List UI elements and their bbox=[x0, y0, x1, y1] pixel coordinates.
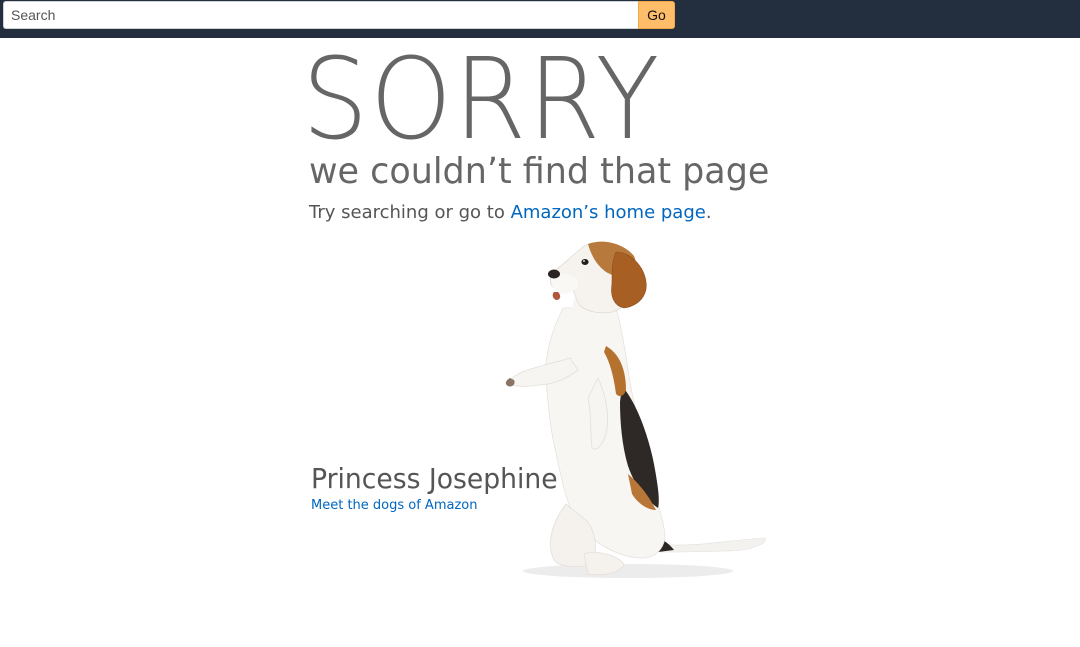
top-navigation-bar: Go bbox=[0, 0, 1080, 38]
try-searching-label: Try searching or go to bbox=[309, 202, 511, 223]
dog-eye bbox=[581, 259, 589, 265]
search-input[interactable] bbox=[3, 1, 639, 29]
search-form: Go bbox=[3, 1, 675, 29]
go-button[interactable]: Go bbox=[638, 1, 675, 29]
dog-nose bbox=[548, 269, 560, 279]
dog-eye-highlight bbox=[583, 260, 585, 262]
dog-tail bbox=[659, 537, 766, 553]
sorry-title: SORRY bbox=[302, 35, 662, 165]
dog-caption: Princess Josephine Meet the dogs of Amaz… bbox=[311, 462, 571, 515]
error-content: SORRY we couldn’t find that page Try sea… bbox=[302, 38, 778, 598]
sorry-subtitle: we couldn’t find that page bbox=[309, 151, 770, 192]
dog-name: Princess Josephine bbox=[311, 462, 558, 495]
try-searching-text: Try searching or go to Amazon’s home pag… bbox=[309, 201, 712, 225]
dog-tongue bbox=[552, 292, 561, 300]
dog-ear bbox=[611, 251, 647, 309]
dog-shadow bbox=[523, 564, 733, 578]
beagle-dog-image[interactable] bbox=[488, 238, 778, 583]
try-searching-period: . bbox=[705, 202, 712, 223]
home-page-link[interactable]: Amazon’s home page bbox=[511, 202, 706, 223]
meet-the-dogs-link[interactable]: Meet the dogs of Amazon bbox=[311, 497, 571, 515]
